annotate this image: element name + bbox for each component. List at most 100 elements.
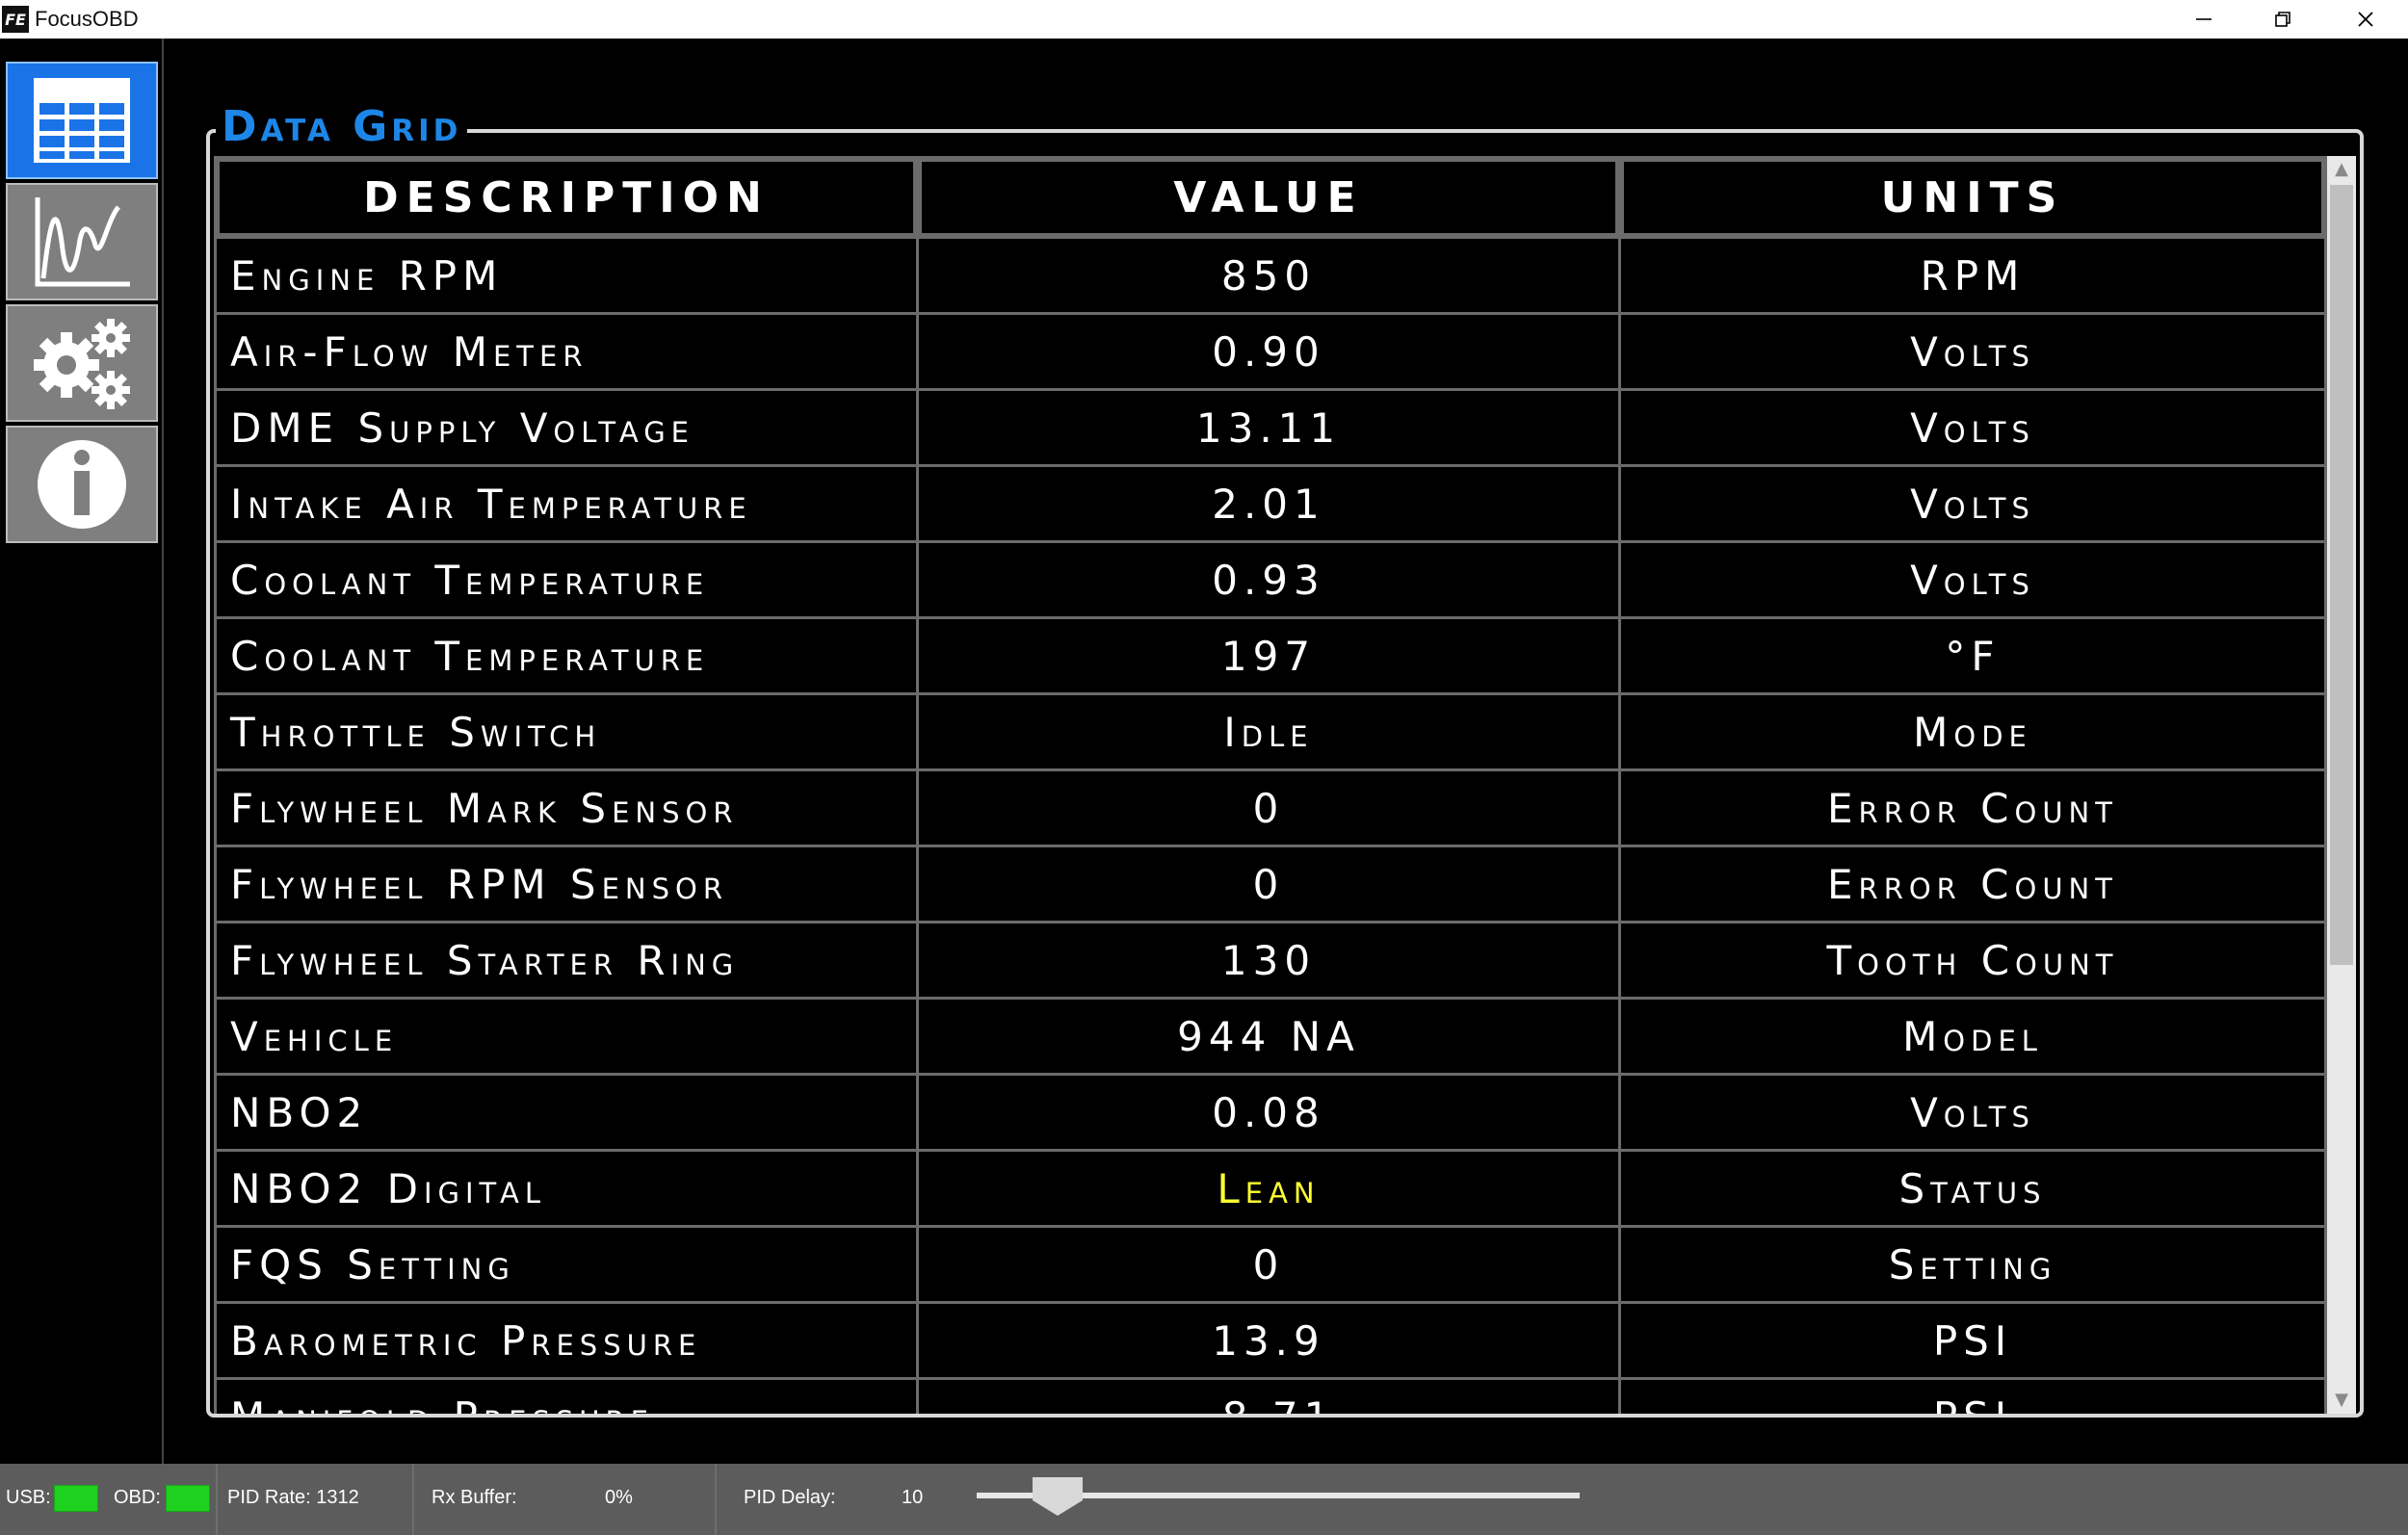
description-cell: Manifold Pressure	[214, 1377, 919, 1414]
value-cell: 2.01	[916, 464, 1621, 543]
value-cell: 0	[916, 768, 1621, 847]
table-row[interactable]: Throttle Switch Idle Mode	[214, 692, 2327, 771]
table-row[interactable]: Flywheel Starter Ring 130 Tooth Count	[214, 921, 2327, 1000]
units-cell: PSI	[1618, 1377, 2327, 1414]
description-cell: Vehicle	[214, 997, 919, 1076]
description-cell: Throttle Switch	[214, 692, 919, 771]
description-cell: Coolant Temperature	[214, 616, 919, 695]
table-row[interactable]: Engine RPM 850 RPM	[214, 236, 2327, 315]
table-row[interactable]: NBO2 0.08 Volts	[214, 1073, 2327, 1152]
status-divider	[715, 1464, 717, 1535]
pid-delay-value: 10	[902, 1487, 924, 1508]
table-row[interactable]: Coolant Temperature 197 °F	[214, 616, 2327, 695]
status-bar: USB: OBD: PID Rate: 1312 Rx Buffer: 0% P…	[0, 1464, 2408, 1535]
table-row[interactable]: Intake Air Temperature 2.01 Volts	[214, 464, 2327, 543]
value-cell: 130	[916, 921, 1621, 1000]
column-header[interactable]: VALUE	[916, 156, 1621, 239]
units-cell: PSI	[1618, 1301, 2327, 1380]
units-cell: Volts	[1618, 312, 2327, 391]
pid-rate: PID Rate: 1312	[227, 1487, 359, 1508]
scroll-down-icon[interactable]: ▼	[2327, 1387, 2356, 1414]
description-cell: FQS Setting	[214, 1225, 919, 1304]
minimize-button[interactable]	[2165, 0, 2242, 39]
rx-buffer-value: 0%	[605, 1487, 633, 1508]
description-cell: Flywheel Mark Sensor	[214, 768, 919, 847]
table-row[interactable]: Barometric Pressure 13.9 PSI	[214, 1301, 2327, 1380]
close-icon	[2358, 12, 2373, 27]
value-cell: Lean	[916, 1149, 1621, 1228]
close-button[interactable]	[2327, 0, 2404, 39]
table-row[interactable]: Vehicle 944 NA Model	[214, 997, 2327, 1076]
usb-status-led	[54, 1485, 98, 1512]
units-cell: Error Count	[1618, 845, 2327, 924]
table-row[interactable]: Flywheel RPM Sensor 0 Error Count	[214, 845, 2327, 924]
table-row[interactable]: Manifold Pressure-8.71PSI	[214, 1377, 2327, 1414]
scrollbar[interactable]: ▲ ▼	[2327, 156, 2356, 1414]
status-divider	[412, 1464, 414, 1535]
data-grid[interactable]: DESCRIPTION VALUE UNITS Engine RPM 850 RPM Air…	[214, 156, 2327, 1414]
units-cell: Status	[1618, 1149, 2327, 1228]
units-cell: Mode	[1618, 692, 2327, 771]
description-cell: NBO2 Digital	[214, 1149, 919, 1228]
table-row[interactable]: Air-Flow Meter 0.90 Volts	[214, 312, 2327, 391]
obd-label: OBD:	[114, 1487, 161, 1508]
restore-button[interactable]	[2244, 0, 2321, 39]
minimize-icon	[2196, 18, 2212, 20]
sidebar-item-settings[interactable]	[6, 304, 158, 422]
value-cell: 0	[916, 1225, 1621, 1304]
units-cell: RPM	[1618, 236, 2327, 315]
usb-label: USB:	[6, 1487, 51, 1508]
value-cell: -8.71	[916, 1377, 1621, 1414]
units-cell: Setting	[1618, 1225, 2327, 1304]
description-cell: NBO2	[214, 1073, 919, 1152]
scroll-thumb[interactable]	[2330, 185, 2353, 965]
table-row[interactable]: NBO2 Digital Lean Status	[214, 1149, 2327, 1228]
description-cell: Intake Air Temperature	[214, 464, 919, 543]
value-cell: 0.90	[916, 312, 1621, 391]
value-cell: 850	[916, 236, 1621, 315]
column-header[interactable]: DESCRIPTION	[214, 156, 919, 239]
description-cell: DME Supply Voltage	[214, 388, 919, 467]
table-row[interactable]: Flywheel Mark Sensor 0 Error Count	[214, 768, 2327, 847]
graph-icon	[35, 197, 130, 287]
pid-delay-label: PID Delay:	[744, 1487, 836, 1508]
value-cell: 0	[916, 845, 1621, 924]
description-cell: Coolant Temperature	[214, 540, 919, 619]
table-row[interactable]: DME Supply Voltage 13.11 Volts	[214, 388, 2327, 467]
units-cell: °F	[1618, 616, 2327, 695]
status-divider	[216, 1464, 218, 1535]
sidebar-item-data-grid[interactable]	[6, 62, 158, 179]
window-title: FocusOBD	[35, 7, 139, 31]
units-cell: Tooth Count	[1618, 921, 2327, 1000]
info-icon	[38, 440, 126, 529]
sidebar	[0, 39, 164, 1464]
units-cell: Volts	[1618, 464, 2327, 543]
rx-buffer-label: Rx Buffer:	[432, 1487, 517, 1508]
value-cell: Idle	[916, 692, 1621, 771]
pid-delay-slider-thumb[interactable]	[1033, 1477, 1083, 1516]
sidebar-item-info[interactable]	[6, 426, 158, 543]
grid-header-row: DESCRIPTION VALUE UNITS	[214, 156, 2327, 239]
units-cell: Error Count	[1618, 768, 2327, 847]
app-icon: FE	[2, 6, 29, 33]
panel-title: Data Grid	[216, 102, 468, 151]
scroll-up-icon[interactable]: ▲	[2327, 156, 2356, 183]
table-row[interactable]: Coolant Temperature 0.93 Volts	[214, 540, 2327, 619]
table-icon	[34, 78, 130, 163]
description-cell: Flywheel RPM Sensor	[214, 845, 919, 924]
title-bar: FE FocusOBD	[0, 0, 2408, 39]
description-cell: Flywheel Starter Ring	[214, 921, 919, 1000]
value-cell: 944 NA	[916, 997, 1621, 1076]
value-cell: 0.08	[916, 1073, 1621, 1152]
units-cell: Model	[1618, 997, 2327, 1076]
units-cell: Volts	[1618, 388, 2327, 467]
value-cell: 0.93	[916, 540, 1621, 619]
value-cell: 13.11	[916, 388, 1621, 467]
sidebar-item-graph[interactable]	[6, 183, 158, 300]
description-cell: Engine RPM	[214, 236, 919, 315]
restore-icon	[2275, 12, 2290, 27]
column-header[interactable]: UNITS	[1618, 156, 2327, 239]
obd-status-led	[166, 1485, 210, 1512]
description-cell: Air-Flow Meter	[214, 312, 919, 391]
table-row[interactable]: FQS Setting 0 Setting	[214, 1225, 2327, 1304]
